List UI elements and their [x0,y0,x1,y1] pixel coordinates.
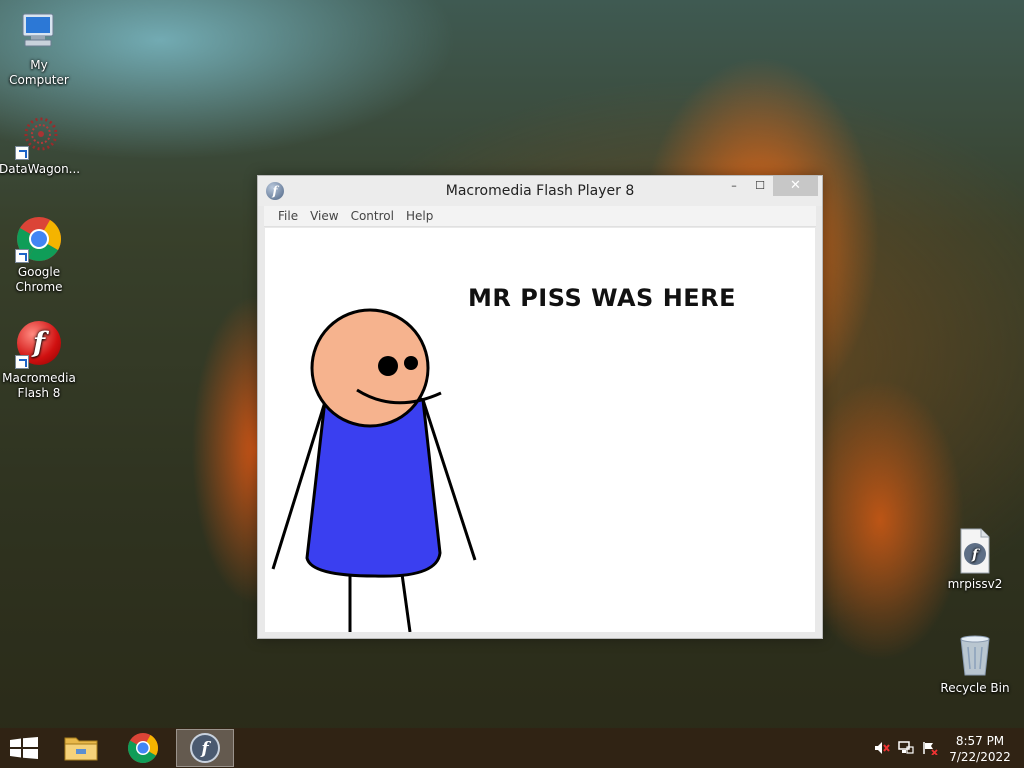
right-eye [404,356,418,370]
start-button[interactable] [10,737,38,759]
desktop-icon-label: DataWagon... [0,162,81,176]
chrome-icon [127,733,159,764]
flash-player-window[interactable]: f Macromedia Flash Player 8 – ☐ ✕ File V… [257,175,823,639]
folder-icon [64,737,98,761]
desktop-icon-label: mrpissv2 [947,577,1003,591]
desktop-icon-label: Recycle Bin [940,681,1010,695]
flash-icon: f [190,733,220,763]
shortcut-arrow-icon [15,249,29,263]
taskbar-flash-player[interactable]: f [176,729,234,767]
left-eye [378,356,398,376]
menu-bar: File View Control Help [264,206,816,227]
minimize-button[interactable]: – [721,176,747,196]
shortcut-arrow-icon [15,355,29,369]
swf-file-icon: f [951,527,999,575]
taskbar-chrome[interactable] [114,729,172,767]
taskbar: f 8:57 PM 7/22/2022 [0,728,1024,768]
computer-icon [15,8,63,56]
menu-view[interactable]: View [304,206,344,226]
chrome-icon [15,215,63,263]
desktop-icon-label: Google Chrome [15,265,63,294]
desktop-icon-mrpissv2[interactable]: f mrpissv2 [935,527,1015,592]
right-leg [400,573,412,632]
maximize-button[interactable]: ☐ [747,176,773,196]
system-clock[interactable]: 8:57 PM 7/22/2022 [938,733,1022,765]
datawagon-icon [15,112,63,160]
action-center-flag-icon[interactable] [922,741,938,756]
clock-time: 8:57 PM [955,734,1005,748]
flash-stage[interactable]: MR PISS WAS HERE [265,228,815,632]
stage-text: MR PISS WAS HERE [468,284,737,312]
clock-date: 7/22/2022 [949,750,1011,764]
title-bar[interactable]: f Macromedia Flash Player 8 – ☐ ✕ [258,176,822,206]
network-icon[interactable] [898,741,914,755]
shortcut-arrow-icon [15,146,29,160]
flash-icon: f [15,321,63,369]
windows-logo-icon [10,737,38,759]
desktop-icon-label: My Computer [9,58,69,87]
desktop-icon-my-computer[interactable]: My Computer [0,8,79,88]
desktop-icon-recycle-bin[interactable]: Recycle Bin [935,631,1015,696]
desktop-icon-datawagon[interactable]: DataWagon... [0,112,81,177]
taskbar-file-explorer[interactable] [52,729,110,767]
close-button[interactable]: ✕ [773,176,818,196]
recycle-bin-icon [951,631,999,679]
desktop-icon-google-chrome[interactable]: Google Chrome [0,215,79,295]
desktop-icon-label: Macromedia Flash 8 [2,371,76,400]
menu-help[interactable]: Help [400,206,439,226]
menu-file[interactable]: File [272,206,304,226]
volume-muted-icon[interactable] [874,741,890,755]
desktop-icon-macromedia-flash[interactable]: f Macromedia Flash 8 [0,319,79,401]
menu-control[interactable]: Control [345,206,400,226]
